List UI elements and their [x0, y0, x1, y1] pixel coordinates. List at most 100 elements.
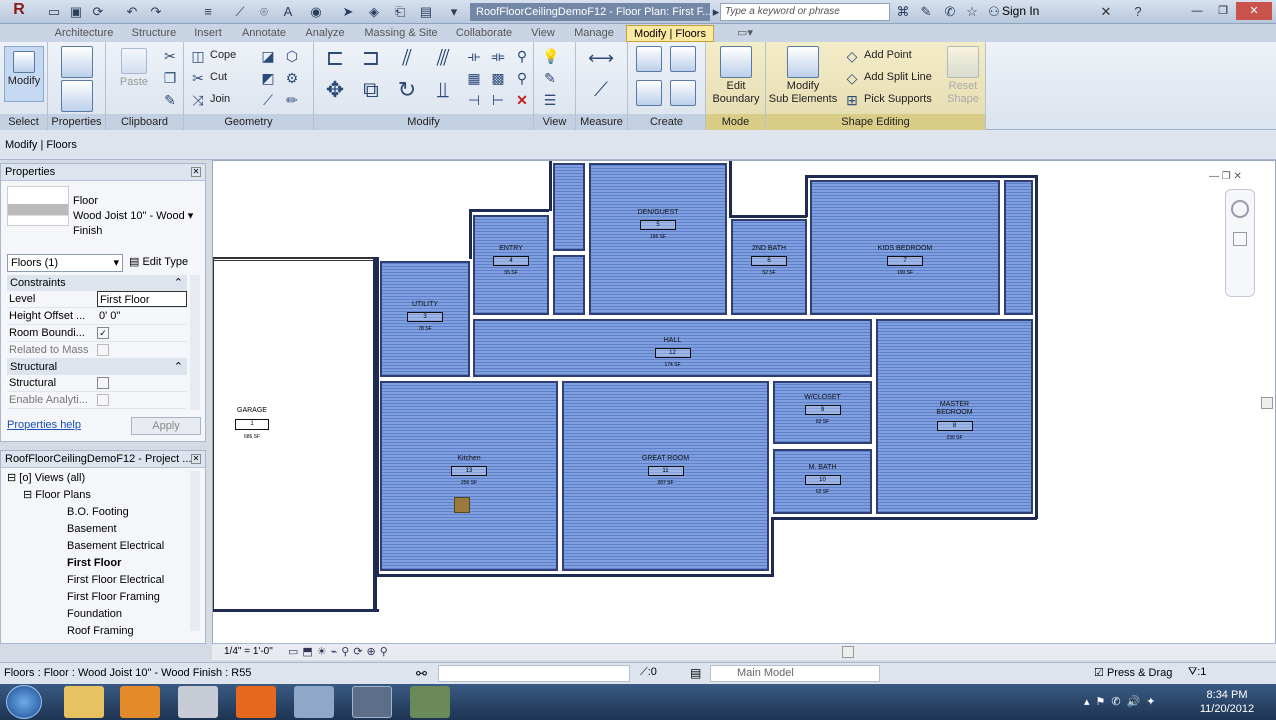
zoom-icon[interactable] [1233, 232, 1247, 246]
type-selector[interactable]: Floor Wood Joist 10" - Wood ▾ Finish [73, 194, 193, 239]
tab-manage[interactable]: Manage [568, 25, 620, 42]
switch-windows-icon[interactable]: ▤ [418, 4, 434, 20]
tree-item-foundation[interactable]: Foundation [67, 607, 122, 622]
user-icon[interactable]: ⚇ [986, 4, 1002, 20]
design-option-select[interactable]: Main Model [710, 665, 880, 682]
room-kitchen[interactable]: Kitchen 13 256 SF [380, 381, 558, 571]
help-icon[interactable]: ? [1130, 4, 1146, 20]
split-face-icon[interactable]: ◪ [260, 48, 276, 64]
search-input[interactable]: Type a keyword or phrase [720, 3, 890, 21]
join-icon[interactable]: ⤨ [190, 92, 206, 108]
tab-modify-floors[interactable]: Modify | Floors [626, 25, 714, 42]
tree-floor-plans[interactable]: ⊟ Floor Plans [23, 488, 91, 503]
instance-filter-select[interactable]: Floors (1) ▾ [7, 254, 123, 272]
modify-sub-elements-button[interactable]: Modify Sub Elements [768, 46, 838, 106]
hide-in-view-icon[interactable]: 💡 [542, 48, 559, 64]
aligned-dimension-icon[interactable]: ⟋ [584, 80, 618, 106]
tab-insert[interactable]: Insert [188, 25, 228, 42]
tree-item-roof-framing[interactable]: Roof Framing [67, 624, 134, 639]
unpin-icon[interactable]: ⚲ [514, 70, 530, 86]
room-bounding-checkbox[interactable]: ✓ [97, 327, 109, 339]
remove-paint-icon[interactable]: ✏ [284, 92, 300, 108]
room-hall[interactable]: HALL 12 174 SF [473, 319, 872, 377]
qat-dropdown-icon[interactable]: ▾ [446, 4, 462, 20]
tab-massing-site[interactable]: Massing & Site [358, 25, 444, 42]
tag-icon[interactable]: ⌾ [256, 4, 272, 20]
panel-label-measure[interactable]: Measure [576, 114, 627, 130]
trim-multiple-icon[interactable]: ⊢ [490, 92, 506, 108]
panel-label-properties[interactable]: Properties [48, 114, 105, 130]
tab-collaborate[interactable]: Collaborate [452, 25, 516, 42]
edit-boundary-button[interactable]: Edit Boundary [710, 46, 762, 106]
sync-icon[interactable]: ⟳ [90, 4, 106, 20]
move-icon[interactable]: ✥ [322, 79, 348, 108]
array-icon[interactable]: ▦ [466, 70, 482, 86]
room-m-bath[interactable]: M. BATH 10 62 SF [773, 449, 872, 514]
panel-label-create[interactable]: Create [628, 114, 705, 130]
exchange-icon[interactable]: ✕ [1098, 4, 1114, 20]
reset-shape-button[interactable]: Reset Shape [942, 46, 984, 106]
panel-label-view[interactable]: View [534, 114, 575, 130]
collapse-icon[interactable]: ⊟ [7, 472, 16, 484]
apply-button[interactable]: Apply [131, 417, 201, 435]
room-entry[interactable]: ENTRY 4 55 SF [473, 215, 549, 315]
tree-item-basement[interactable]: Basement [67, 522, 117, 537]
edit-type-button[interactable]: ▤ Edit Type [129, 254, 188, 270]
room-den-guest[interactable]: DEN/GUEST 5 166 SF [589, 163, 727, 315]
delete-icon[interactable]: ✕ [514, 92, 530, 108]
view-scale[interactable]: 1/4" = 1'-0" [224, 646, 273, 657]
3d-view-icon[interactable]: ◉ [308, 4, 324, 20]
properties-scrollbar[interactable] [190, 275, 200, 410]
subscription-icon[interactable]: ✎ [918, 4, 934, 20]
trim-extend-icon[interactable]: ⊣ [466, 92, 482, 108]
minimize-button[interactable]: — [1184, 2, 1210, 20]
tree-item-basement-electrical[interactable]: Basement Electrical [67, 539, 164, 554]
mirror-axis-icon[interactable]: ⫽ [394, 47, 420, 76]
communication-icon[interactable]: ✆ [942, 4, 958, 20]
tree-item-bo-footing[interactable]: B.O. Footing [67, 505, 129, 520]
tab-structure[interactable]: Structure [126, 25, 182, 42]
tab-architecture[interactable]: Architecture [46, 25, 122, 42]
demolish-icon[interactable]: ⟋ [260, 92, 276, 108]
tree-item-first-floor[interactable]: First Floor [67, 556, 121, 571]
add-split-line-button[interactable]: Add Split Line [864, 71, 932, 83]
tree-views-all[interactable]: ⊟ [o] Views (all) [7, 471, 85, 486]
taskbar-snipping-icon[interactable] [178, 686, 218, 718]
linework-icon[interactable]: ☰ [542, 92, 558, 108]
panel-label-modify[interactable]: Modify [314, 114, 533, 130]
room-utility[interactable]: UTILITY 3 78 SF [380, 261, 470, 377]
properties-button[interactable] [60, 80, 94, 114]
taskbar-calculator-icon[interactable] [294, 686, 334, 718]
room-kids-bedroom[interactable]: KIDS BEDROOM 7 190 SF [810, 180, 1000, 315]
copy-icon[interactable]: ❐ [162, 70, 178, 86]
drawing-area[interactable]: GARAGE 1 686 SF UTILITY 3 78 SF ENTRY 4 … [212, 160, 1276, 646]
pick-supports-button[interactable]: Pick Supports [864, 93, 932, 105]
collapse-icon[interactable]: ⌃ [174, 275, 183, 291]
press-drag-toggle[interactable]: ☑ Press & Drag [1094, 666, 1172, 679]
split-gap-icon[interactable]: ⟚ [490, 48, 506, 64]
create-similar-button[interactable] [668, 80, 698, 108]
restore-button[interactable]: ❐ [1210, 2, 1236, 20]
create-assembly-button[interactable] [634, 46, 664, 74]
override-graphics-icon[interactable]: ✎ [542, 70, 558, 86]
system-tray-icons[interactable]: ▴⚑✆🔊✦ [1084, 695, 1162, 708]
room-closet-lower[interactable] [553, 255, 585, 315]
structural-checkbox[interactable] [97, 377, 109, 389]
paint-icon[interactable]: ⬡ [284, 48, 300, 64]
trim-icon[interactable]: ⫫ [430, 79, 456, 108]
close-properties-icon[interactable]: ✕ [191, 167, 201, 177]
group-constraints[interactable]: Constraints ⌃ [7, 275, 187, 291]
navigation-bar[interactable] [1225, 189, 1255, 297]
panel-label-shape-editing[interactable]: Shape Editing [766, 114, 985, 130]
tab-view[interactable]: View [526, 25, 560, 42]
scale-icon[interactable]: ▩ [490, 70, 506, 86]
dimension-icon[interactable]: ⟋ [232, 4, 248, 20]
workset-select[interactable] [438, 665, 630, 682]
taskbar-media-icon[interactable] [120, 686, 160, 718]
measure-between-icon[interactable]: ⟷ [584, 49, 618, 70]
type-properties-button[interactable] [60, 46, 94, 80]
collapse-icon[interactable]: ⌃ [174, 359, 183, 375]
view-control-icons[interactable]: ▭⬒☀⌁⚲⟳⊕⚲ [288, 645, 392, 658]
clock[interactable]: 8:34 PM 11/20/2012 [1192, 688, 1262, 716]
room-great-room[interactable]: GREAT ROOM 11 287 SF [562, 381, 769, 571]
